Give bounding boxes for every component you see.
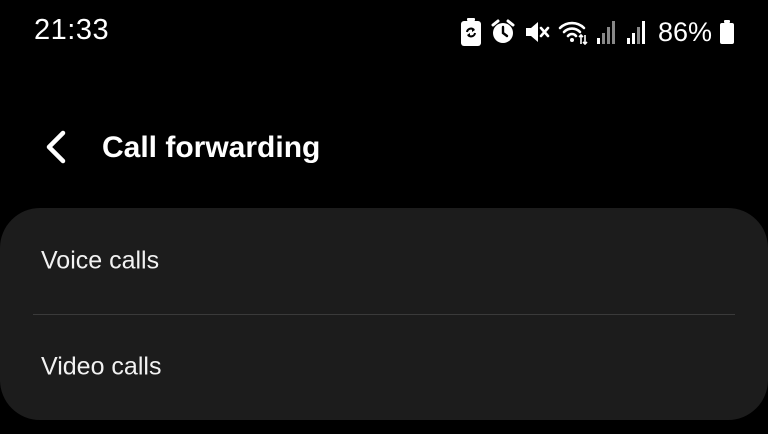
mute-icon — [524, 19, 550, 45]
status-bar: 21:33 86% — [0, 0, 768, 64]
chevron-left-icon — [43, 130, 67, 169]
back-button[interactable] — [30, 124, 80, 174]
battery-icon — [720, 20, 734, 44]
video-calls-item[interactable]: Video calls — [0, 314, 768, 420]
signal-1-icon — [596, 19, 618, 45]
voice-calls-item[interactable]: Voice calls — [0, 208, 768, 314]
alarm-icon — [490, 19, 516, 45]
status-icons: 86% — [460, 14, 734, 50]
phone-screen: 21:33 86% Call forwarding Voice calls Vi… — [0, 0, 768, 434]
wifi-icon — [558, 19, 588, 45]
signal-2-icon — [626, 19, 648, 45]
status-clock: 21:33 — [34, 14, 110, 46]
battery-saver-icon — [460, 18, 482, 46]
call-forwarding-options-card: Voice calls Video calls — [0, 208, 768, 420]
video-calls-label: Video calls — [41, 352, 162, 381]
app-header: Call forwarding — [0, 118, 768, 180]
page-title: Call forwarding — [102, 131, 321, 164]
battery-percent: 86% — [657, 16, 712, 47]
voice-calls-label: Voice calls — [41, 246, 160, 275]
